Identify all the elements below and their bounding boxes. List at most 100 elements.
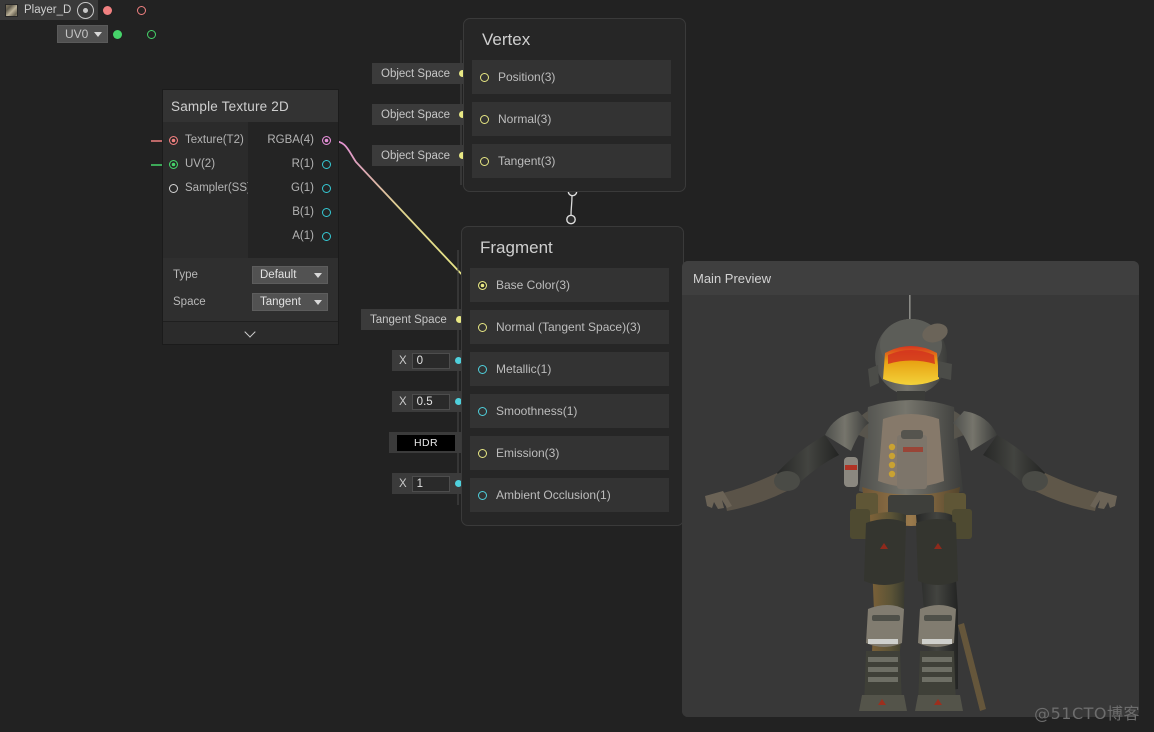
- normal-input-port[interactable]: [480, 114, 489, 124]
- uv-dropdown[interactable]: UV0: [57, 25, 109, 43]
- slot-label: Tangent(3): [498, 154, 556, 168]
- uv-output-stub[interactable]: [113, 29, 123, 39]
- slot-label: Normal (Tangent Space)(3): [496, 320, 641, 334]
- port-row-uv[interactable]: UV(2): [163, 152, 248, 176]
- port-row-texture[interactable]: Texture(T2): [163, 128, 248, 152]
- position-input-port[interactable]: [480, 72, 489, 82]
- uv-dropdown-value: UV0: [65, 27, 89, 41]
- type-dropdown[interactable]: Default: [252, 266, 328, 284]
- hdr-swatch[interactable]: HDR: [397, 434, 455, 451]
- r-output-port[interactable]: [322, 159, 331, 169]
- property-name-label: Player_D: [24, 4, 72, 16]
- port-label: R(1): [291, 158, 314, 170]
- setting-label: Space: [173, 296, 206, 308]
- port-row-rgba[interactable]: RGBA(4): [248, 128, 338, 152]
- object-space-dropdown[interactable]: Object Space: [372, 104, 473, 125]
- a-output-port[interactable]: [322, 231, 331, 241]
- metallic-input[interactable]: 0: [411, 352, 450, 369]
- sample-texture-2d-header[interactable]: Sample Texture 2D: [163, 90, 338, 122]
- main-preview-viewport[interactable]: [682, 295, 1139, 717]
- port-label: Texture(T2): [185, 134, 244, 146]
- tangent-space-dropdown[interactable]: Tangent Space: [361, 309, 469, 330]
- property-uv-row[interactable]: UV0: [0, 24, 157, 44]
- sample-texture-2d-node[interactable]: Sample Texture 2D Texture(T2) UV(2) Samp…: [163, 90, 338, 344]
- vertex-master-node[interactable]: Vertex Position(3) Normal(3) Tangent(3): [463, 18, 686, 192]
- slot-label: Smoothness(1): [496, 404, 578, 418]
- main-preview-header[interactable]: Main Preview: [682, 261, 1139, 295]
- input-port-column: Texture(T2) UV(2) Sampler(SS): [163, 122, 251, 258]
- port-row-g[interactable]: G(1): [248, 176, 338, 200]
- uv-output-port[interactable]: [147, 29, 157, 39]
- uv-input-port[interactable]: [169, 159, 178, 169]
- widget-value: Object Space: [381, 108, 451, 121]
- port-label: UV(2): [185, 158, 216, 170]
- ambient-occlusion-input[interactable]: 1: [411, 475, 450, 492]
- g-output-port[interactable]: [322, 183, 331, 193]
- setting-row-type: Type Default: [173, 265, 328, 285]
- sampler-input-port[interactable]: [169, 183, 178, 193]
- property-node-player-d[interactable]: Player_D UV0: [0, 0, 157, 44]
- fragment-slot-base-color[interactable]: Base Color(3): [470, 268, 669, 302]
- smoothness-input[interactable]: 0.5: [411, 393, 450, 410]
- texture-output-stub[interactable]: [103, 5, 113, 15]
- port-label: G(1): [291, 182, 314, 194]
- vertex-position-widget[interactable]: Object Space: [372, 63, 473, 84]
- fragment-metallic-widget[interactable]: X 0: [392, 350, 468, 371]
- vertex-slot-position[interactable]: Position(3): [472, 60, 671, 94]
- main-preview-panel[interactable]: Main Preview: [682, 261, 1139, 717]
- port-row-b[interactable]: B(1): [248, 200, 338, 224]
- texture-output-port[interactable]: [137, 5, 147, 15]
- fragment-smoothness-widget[interactable]: X 0.5: [392, 391, 468, 412]
- normal-input-port[interactable]: [478, 322, 487, 332]
- fragment-slot-ambient-occlusion[interactable]: Ambient Occlusion(1): [470, 478, 669, 512]
- fragment-slot-emission[interactable]: Emission(3): [470, 436, 669, 470]
- port-label: RGBA(4): [267, 134, 314, 146]
- fragment-normal-widget[interactable]: Tangent Space: [361, 309, 469, 330]
- rgba-output-port[interactable]: [322, 135, 331, 145]
- tangent-input-port[interactable]: [480, 156, 489, 166]
- vertex-tangent-widget[interactable]: Object Space: [372, 145, 473, 166]
- vertex-node-title: Vertex: [482, 30, 531, 49]
- sample-texture-2d-ports: Texture(T2) UV(2) Sampler(SS) RGBA(4) R(…: [163, 122, 338, 258]
- port-row-a[interactable]: A(1): [248, 224, 338, 248]
- setting-label: Type: [173, 269, 198, 281]
- ambient-occlusion-value-field[interactable]: X 1: [392, 473, 468, 494]
- smoothness-input-port[interactable]: [478, 406, 487, 416]
- ambient-occlusion-input-port[interactable]: [478, 490, 487, 500]
- fragment-slot-normal[interactable]: Normal (Tangent Space)(3): [470, 310, 669, 344]
- target-icon[interactable]: [77, 1, 95, 19]
- main-preview-title: Main Preview: [693, 270, 772, 286]
- slot-label: Metallic(1): [496, 362, 552, 376]
- vertex-slot-normal[interactable]: Normal(3): [472, 102, 671, 136]
- fragment-ao-widget[interactable]: X 1: [392, 473, 468, 494]
- smoothness-value-field[interactable]: X 0.5: [392, 391, 468, 412]
- fragment-slot-smoothness[interactable]: Smoothness(1): [470, 394, 669, 428]
- object-space-dropdown[interactable]: Object Space: [372, 63, 473, 84]
- property-texture-row[interactable]: Player_D: [0, 0, 147, 20]
- vertex-normal-widget[interactable]: Object Space: [372, 104, 473, 125]
- node-expander-button[interactable]: [163, 321, 338, 344]
- emission-input-port[interactable]: [478, 448, 487, 458]
- fragment-slot-metallic[interactable]: Metallic(1): [470, 352, 669, 386]
- port-row-r[interactable]: R(1): [248, 152, 338, 176]
- node-title: Sample Texture 2D: [171, 98, 289, 114]
- fragment-slot-list: Base Color(3) Normal (Tangent Space)(3) …: [462, 268, 683, 525]
- player-d-pill[interactable]: Player_D: [0, 0, 99, 20]
- vertex-slot-tangent[interactable]: Tangent(3): [472, 144, 671, 178]
- fragment-master-node[interactable]: Fragment Base Color(3) Normal (Tangent S…: [461, 226, 684, 526]
- port-row-sampler[interactable]: Sampler(SS): [163, 176, 251, 200]
- texture-thumbnail-icon: [5, 3, 18, 17]
- texture-input-port[interactable]: [169, 135, 178, 145]
- character-render: [705, 295, 1117, 711]
- object-space-dropdown[interactable]: Object Space: [372, 145, 473, 166]
- base-color-input-port[interactable]: [478, 280, 487, 290]
- space-dropdown[interactable]: Tangent: [252, 293, 328, 311]
- widget-value: Object Space: [381, 67, 451, 80]
- b-output-port[interactable]: [322, 207, 331, 217]
- widget-value: Object Space: [381, 149, 451, 162]
- metallic-value-field[interactable]: X 0: [392, 350, 468, 371]
- metallic-input-port[interactable]: [478, 364, 487, 374]
- shader-graph-canvas[interactable]: Player_D UV0 Sample Texture 2D Texture(T…: [0, 0, 1154, 732]
- slot-label: Ambient Occlusion(1): [496, 488, 611, 502]
- slot-label: Position(3): [498, 70, 556, 84]
